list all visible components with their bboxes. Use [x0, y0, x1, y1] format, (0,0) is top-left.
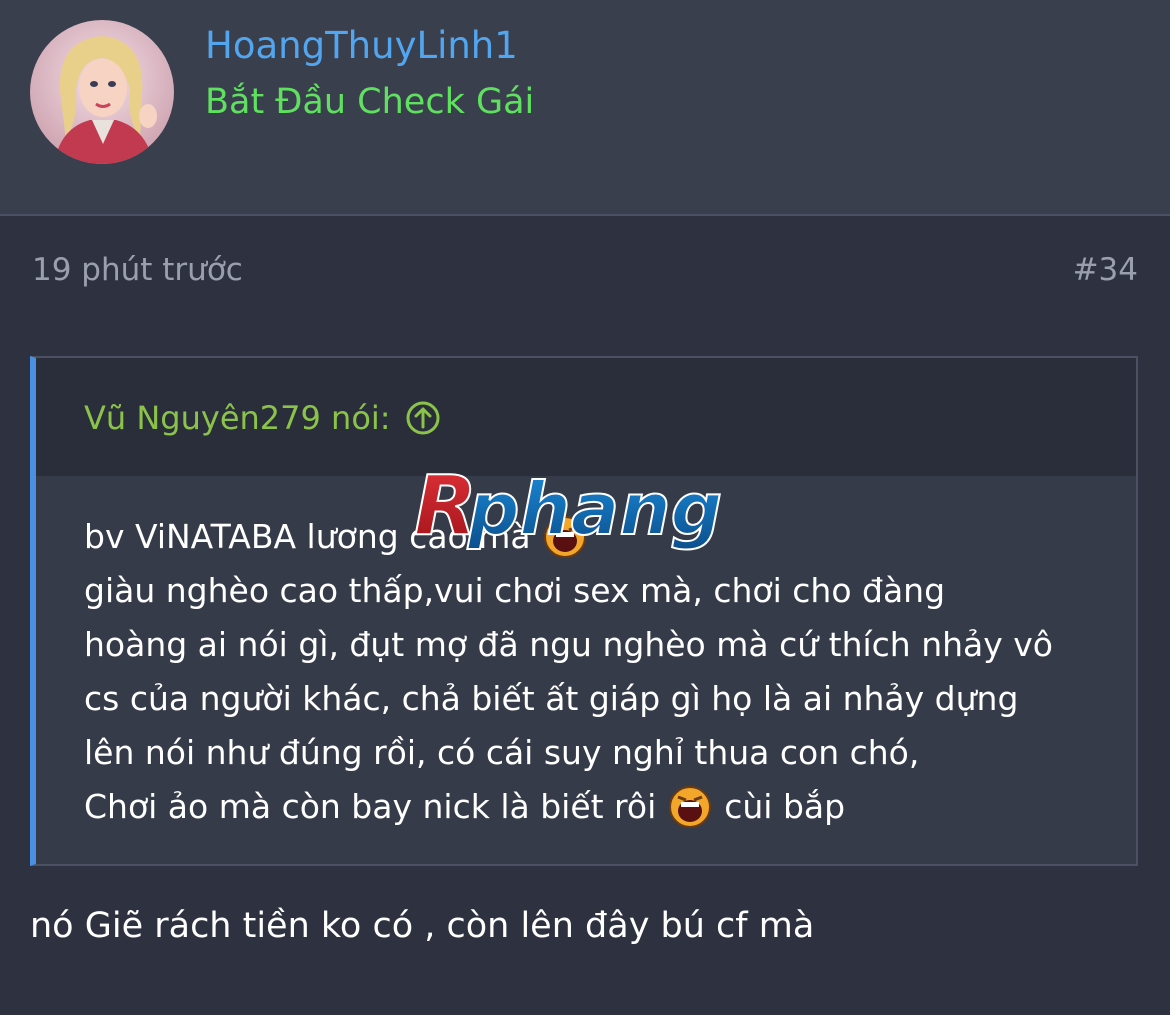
quote-text: bv ViNATABA lương cao mà	[84, 517, 531, 556]
quote-text: cùi bắp	[724, 787, 846, 826]
reply-text: nó Giẽ rách tiền ko có , còn lên đây bú …	[30, 906, 815, 946]
post-timestamp[interactable]: 19 phút trước	[32, 252, 243, 288]
avatar[interactable]	[30, 20, 174, 164]
quote-text: Chơi ảo mà còn bay nick là biết rôi	[84, 787, 657, 826]
laugh-emoji-icon	[668, 785, 712, 829]
username-link[interactable]: HoangThuyLinh1	[205, 24, 518, 67]
post-number-link[interactable]: #34	[1073, 252, 1138, 288]
forum-post: HoangThuyLinh1 Bắt Đầu Check Gái 19 phút…	[0, 0, 1170, 1015]
quote-line: bv ViNATABA lương cao mà	[84, 510, 1106, 564]
quote-text: lên nói như đúng rồi, có cái suy nghỉ th…	[84, 733, 920, 772]
post-author-header: HoangThuyLinh1 Bắt Đầu Check Gái	[0, 0, 1170, 216]
quote-line: cs của người khác, chả biết ất giáp gì h…	[84, 672, 1106, 726]
quote-text: cs của người khác, chả biết ất giáp gì h…	[84, 679, 1019, 718]
quote-body: bv ViNATABA lương cao mà giàu nghèo cao …	[84, 510, 1106, 834]
laugh-emoji-icon	[543, 515, 587, 559]
quote-line: lên nói như đúng rồi, có cái suy nghỉ th…	[84, 726, 1106, 780]
quote-header: Vũ Nguyên279 nói:	[36, 358, 1136, 476]
quote-block: Vũ Nguyên279 nói: bv ViNATABA lương cao …	[30, 356, 1138, 866]
quote-author-link[interactable]: Vũ Nguyên279 nói:	[84, 399, 441, 437]
quote-text: giàu nghèo cao thấp,vui chơi sex mà, chơ…	[84, 571, 946, 610]
quote-line: giàu nghèo cao thấp,vui chơi sex mà, chơ…	[84, 564, 1106, 618]
user-title: Bắt Đầu Check Gái	[205, 82, 535, 122]
quote-text: hoàng ai nói gì, đụt mợ đã ngu nghèo mà …	[84, 625, 1053, 664]
quote-line: hoàng ai nói gì, đụt mợ đã ngu nghèo mà …	[84, 618, 1106, 672]
quote-line: Chơi ảo mà còn bay nick là biết rôi cùi …	[84, 780, 1106, 834]
arrow-up-circle-icon[interactable]	[405, 400, 441, 436]
quote-author-label: Vũ Nguyên279 nói:	[84, 399, 391, 437]
